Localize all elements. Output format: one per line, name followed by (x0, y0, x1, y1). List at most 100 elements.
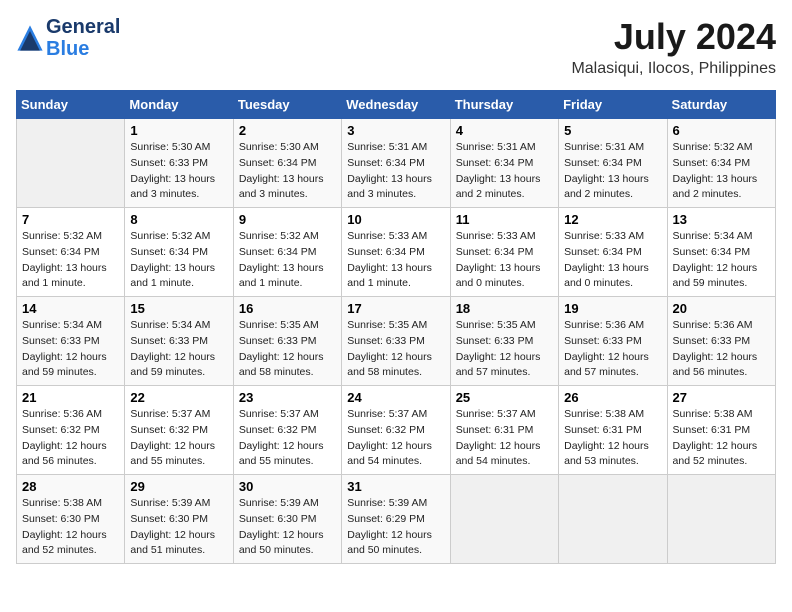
day-info: Sunrise: 5:33 AMSunset: 6:34 PMDaylight:… (456, 229, 553, 292)
day-info: Sunrise: 5:37 AMSunset: 6:32 PMDaylight:… (347, 407, 444, 470)
day-info: Sunrise: 5:32 AMSunset: 6:34 PMDaylight:… (130, 229, 227, 292)
day-number: 28 (22, 479, 119, 494)
page-header: General Blue July 2024 Malasiqui, Ilocos… (16, 16, 776, 78)
calendar-cell (559, 475, 667, 564)
day-number: 22 (130, 390, 227, 405)
day-info: Sunrise: 5:33 AMSunset: 6:34 PMDaylight:… (564, 229, 661, 292)
col-header-thursday: Thursday (450, 91, 558, 119)
day-number: 25 (456, 390, 553, 405)
day-number: 18 (456, 301, 553, 316)
calendar-cell: 27 Sunrise: 5:38 AMSunset: 6:31 PMDayligh… (667, 386, 775, 475)
day-number: 8 (130, 212, 227, 227)
calendar-cell (667, 475, 775, 564)
col-header-tuesday: Tuesday (233, 91, 341, 119)
day-info: Sunrise: 5:39 AMSunset: 6:30 PMDaylight:… (130, 496, 227, 559)
day-info: Sunrise: 5:30 AMSunset: 6:33 PMDaylight:… (130, 140, 227, 203)
day-number: 31 (347, 479, 444, 494)
day-info: Sunrise: 5:39 AMSunset: 6:29 PMDaylight:… (347, 496, 444, 559)
calendar-cell: 29 Sunrise: 5:39 AMSunset: 6:30 PMDayligh… (125, 475, 233, 564)
calendar-cell: 23 Sunrise: 5:37 AMSunset: 6:32 PMDayligh… (233, 386, 341, 475)
day-info: Sunrise: 5:36 AMSunset: 6:33 PMDaylight:… (564, 318, 661, 381)
col-header-sunday: Sunday (17, 91, 125, 119)
day-info: Sunrise: 5:35 AMSunset: 6:33 PMDaylight:… (239, 318, 336, 381)
day-info: Sunrise: 5:34 AMSunset: 6:34 PMDaylight:… (673, 229, 770, 292)
day-number: 24 (347, 390, 444, 405)
col-header-saturday: Saturday (667, 91, 775, 119)
calendar-cell: 8 Sunrise: 5:32 AMSunset: 6:34 PMDaylight… (125, 208, 233, 297)
day-number: 1 (130, 123, 227, 138)
day-number: 7 (22, 212, 119, 227)
day-info: Sunrise: 5:39 AMSunset: 6:30 PMDaylight:… (239, 496, 336, 559)
day-number: 21 (22, 390, 119, 405)
calendar-week-5: 28 Sunrise: 5:38 AMSunset: 6:30 PMDayligh… (17, 475, 776, 564)
calendar-cell: 15 Sunrise: 5:34 AMSunset: 6:33 PMDayligh… (125, 297, 233, 386)
day-number: 26 (564, 390, 661, 405)
day-info: Sunrise: 5:34 AMSunset: 6:33 PMDaylight:… (22, 318, 119, 381)
day-number: 4 (456, 123, 553, 138)
calendar-cell: 6 Sunrise: 5:32 AMSunset: 6:34 PMDaylight… (667, 119, 775, 208)
day-info: Sunrise: 5:38 AMSunset: 6:31 PMDaylight:… (564, 407, 661, 470)
day-number: 27 (673, 390, 770, 405)
logo-text-general: General (46, 16, 120, 38)
title-block: July 2024 Malasiqui, Ilocos, Philippines (571, 16, 776, 78)
day-number: 9 (239, 212, 336, 227)
day-number: 17 (347, 301, 444, 316)
day-number: 13 (673, 212, 770, 227)
day-number: 2 (239, 123, 336, 138)
day-info: Sunrise: 5:37 AMSunset: 6:32 PMDaylight:… (239, 407, 336, 470)
calendar-week-3: 14 Sunrise: 5:34 AMSunset: 6:33 PMDayligh… (17, 297, 776, 386)
day-number: 15 (130, 301, 227, 316)
day-info: Sunrise: 5:31 AMSunset: 6:34 PMDaylight:… (347, 140, 444, 203)
calendar-cell: 7Sunrise: 5:32 AMSunset: 6:34 PMDaylight… (17, 208, 125, 297)
calendar-cell: 5 Sunrise: 5:31 AMSunset: 6:34 PMDaylight… (559, 119, 667, 208)
calendar-week-4: 21 Sunrise: 5:36 AMSunset: 6:32 PMDayligh… (17, 386, 776, 475)
day-info: Sunrise: 5:32 AMSunset: 6:34 PMDaylight:… (673, 140, 770, 203)
calendar-cell: 2Sunrise: 5:30 AMSunset: 6:34 PMDaylight… (233, 119, 341, 208)
day-number: 29 (130, 479, 227, 494)
calendar-cell: 18 Sunrise: 5:35 AMSunset: 6:33 PMDayligh… (450, 297, 558, 386)
calendar-cell: 21 Sunrise: 5:36 AMSunset: 6:32 PMDayligh… (17, 386, 125, 475)
day-number: 30 (239, 479, 336, 494)
subtitle: Malasiqui, Ilocos, Philippines (571, 60, 776, 78)
day-info: Sunrise: 5:37 AMSunset: 6:31 PMDaylight:… (456, 407, 553, 470)
day-number: 6 (673, 123, 770, 138)
day-info: Sunrise: 5:36 AMSunset: 6:33 PMDaylight:… (673, 318, 770, 381)
col-header-monday: Monday (125, 91, 233, 119)
calendar-cell: 13 Sunrise: 5:34 AMSunset: 6:34 PMDayligh… (667, 208, 775, 297)
day-number: 3 (347, 123, 444, 138)
day-number: 19 (564, 301, 661, 316)
day-info: Sunrise: 5:34 AMSunset: 6:33 PMDaylight:… (130, 318, 227, 381)
calendar-cell: 11Sunrise: 5:33 AMSunset: 6:34 PMDayligh… (450, 208, 558, 297)
day-info: Sunrise: 5:31 AMSunset: 6:34 PMDaylight:… (564, 140, 661, 203)
day-info: Sunrise: 5:35 AMSunset: 6:33 PMDaylight:… (456, 318, 553, 381)
calendar-cell: 20Sunrise: 5:36 AMSunset: 6:33 PMDayligh… (667, 297, 775, 386)
calendar-cell: 9Sunrise: 5:32 AMSunset: 6:34 PMDaylight… (233, 208, 341, 297)
calendar-cell: 22 Sunrise: 5:37 AMSunset: 6:32 PMDayligh… (125, 386, 233, 475)
day-number: 23 (239, 390, 336, 405)
calendar-cell: 16 Sunrise: 5:35 AMSunset: 6:33 PMDayligh… (233, 297, 341, 386)
logo-icon (16, 24, 44, 52)
day-info: Sunrise: 5:38 AMSunset: 6:30 PMDaylight:… (22, 496, 119, 559)
calendar-cell: 28 Sunrise: 5:38 AMSunset: 6:30 PMDayligh… (17, 475, 125, 564)
calendar-week-1: 1 Sunrise: 5:30 AMSunset: 6:33 PMDaylight… (17, 119, 776, 208)
col-header-wednesday: Wednesday (342, 91, 450, 119)
calendar-cell: 30 Sunrise: 5:39 AMSunset: 6:30 PMDayligh… (233, 475, 341, 564)
day-number: 14 (22, 301, 119, 316)
calendar-cell: 31 Sunrise: 5:39 AMSunset: 6:29 PMDayligh… (342, 475, 450, 564)
calendar-week-2: 7 Sunrise: 5:32 AMSunset: 6:34 PMDaylight… (17, 208, 776, 297)
calendar-cell (450, 475, 558, 564)
day-info: Sunrise: 5:35 AMSunset: 6:33 PMDaylight:… (347, 318, 444, 381)
logo: General Blue (16, 16, 120, 60)
calendar-header-row: SundayMondayTuesdayWednesdayThursdayFrid… (17, 91, 776, 119)
day-info: Sunrise: 5:37 AMSunset: 6:32 PMDaylight:… (130, 407, 227, 470)
day-number: 5 (564, 123, 661, 138)
col-header-friday: Friday (559, 91, 667, 119)
day-number: 16 (239, 301, 336, 316)
day-info: Sunrise: 5:33 AMSunset: 6:34 PMDaylight:… (347, 229, 444, 292)
calendar-cell: 14 Sunrise: 5:34 AMSunset: 6:33 PMDayligh… (17, 297, 125, 386)
day-info: Sunrise: 5:38 AMSunset: 6:31 PMDaylight:… (673, 407, 770, 470)
day-info: Sunrise: 5:36 AMSunset: 6:32 PMDaylight:… (22, 407, 119, 470)
calendar-cell (17, 119, 125, 208)
calendar-cell: 26 Sunrise: 5:38 AMSunset: 6:31 PMDayligh… (559, 386, 667, 475)
calendar-cell: 3 Sunrise: 5:31 AMSunset: 6:34 PMDaylight… (342, 119, 450, 208)
